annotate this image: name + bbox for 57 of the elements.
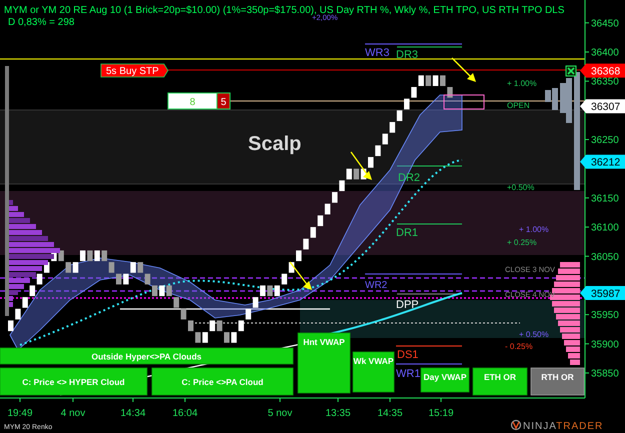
level-label: + 1.00% [507,79,537,88]
price-tick-label: 36100 [591,222,619,234]
level-label: WR3 [365,47,390,59]
price-marker: 36307 [580,99,625,114]
order-count[interactable]: 5 [216,92,230,110]
time-tick-label: 13:35 [325,408,351,419]
level-label: DR1 [396,227,418,239]
price-tick-label: 36400 [591,48,619,58]
time-tick-label: 16:04 [172,408,198,419]
level-label: DR3 [396,49,418,61]
chart-subtitle: D 0,83% = 298 [8,17,74,28]
arrow-icon [289,262,312,290]
indicator-toggle-button[interactable]: Day VWAP [420,368,470,392]
price-tick-label: 36450 [591,18,619,30]
level-label: + 0.50% [519,330,549,339]
indicator-toggle-button[interactable]: Hnt VWAP [298,332,350,394]
price-marker: 36212 [580,154,625,169]
level-label: WR1 [396,368,420,380]
indicator-toggle-button[interactable]: RTH OR [530,368,584,396]
level-label: DPP [396,299,419,311]
indicator-toggle-button[interactable]: ETH OR [472,368,528,396]
price-level-line [396,46,462,48]
price-tick-label: 35850 [591,368,619,380]
quantity-field[interactable]: 8 [168,92,218,110]
time-tick-label: 4 nov [60,408,86,419]
price-tick-label: 36250 [591,135,619,146]
time-tick-label: 14:35 [377,408,403,419]
indicator-toggle-button[interactable]: C: Price <> HYPER Cloud [0,368,148,396]
level-label: OPEN [507,101,530,110]
price-tick-label: 36150 [591,193,619,204]
arrow-icon [452,58,476,82]
time-tick-label: 5 nov [268,408,292,419]
price-marker: 36368 [580,64,625,78]
price-tick-label: 36350 [591,76,619,88]
order-tag[interactable]: 5s Buy STP [100,64,168,78]
price-tick-label: 35900 [591,339,619,350]
price-marker: 35987 [580,286,625,300]
brand-logo: NINJATRADER [510,420,604,432]
zone-label: Scalp [248,133,302,155]
level-label: - 0.25% [505,342,533,351]
level-label: + 1.00% [519,225,549,234]
level-label: WR2 [365,280,388,291]
arrow-icon [350,152,372,180]
indicator-toggle-button[interactable]: Wk VWAP [352,352,394,392]
price-tick-label: 36050 [591,252,619,263]
indicator-toggle-button[interactable]: Outside Hyper<>PA Clouds [0,348,294,364]
highlight-box [444,94,484,110]
time-tick-label: 14:34 [120,408,146,419]
price-tick-label: 35950 [591,310,619,322]
chart-title: MYM or YM 20 RE Aug 10 (1 Brick=20p=$10.00) (1%=350p=$175.00), US Day RTH %, Wkly %, ETH TPO, US RTH TPO DLS [4,5,564,16]
time-tick-label: 19:49 [7,408,33,419]
time-tick-label: 15:19 [428,408,454,419]
close-icon[interactable] [566,66,576,76]
level-label: + 0.25% [507,238,537,247]
level-label: DS1 [397,349,418,361]
level-label: +0.50% [507,183,534,192]
indicator-toggle-button[interactable]: C: Price <>PA Cloud [152,368,294,396]
